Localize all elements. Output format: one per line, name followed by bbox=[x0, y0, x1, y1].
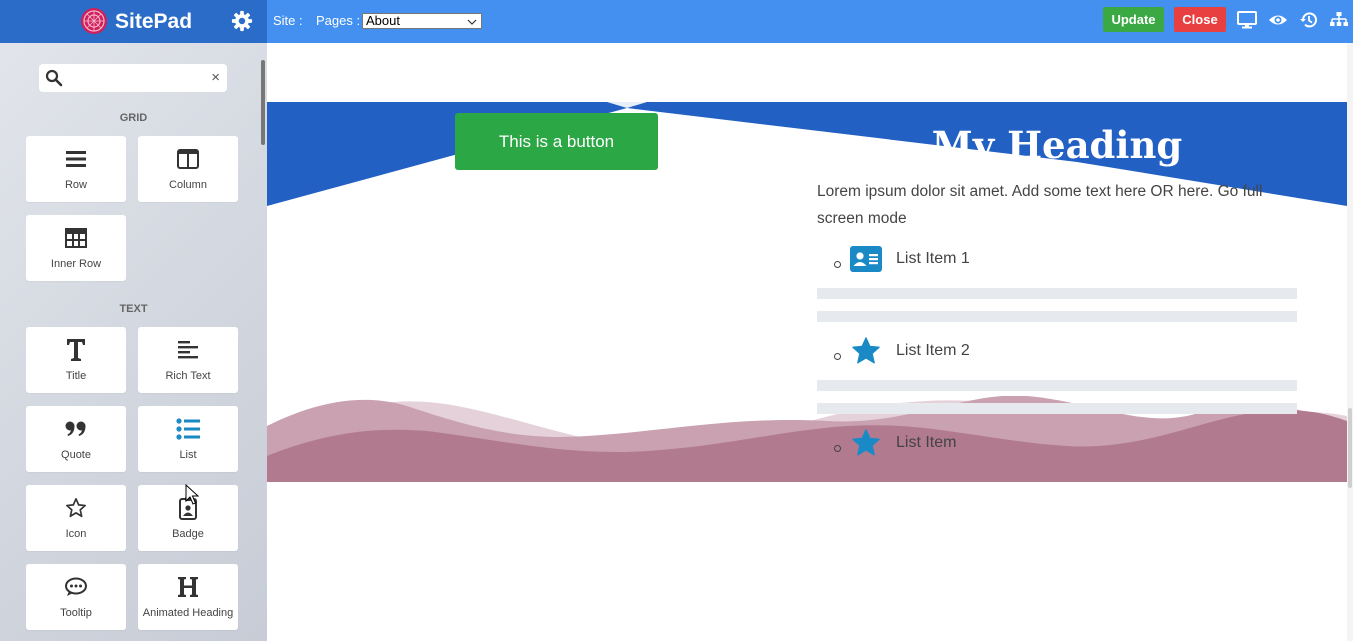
eye-icon[interactable] bbox=[1268, 11, 1288, 29]
widget-badge[interactable]: Badge bbox=[138, 485, 238, 551]
section-label-text: TEXT bbox=[119, 303, 148, 315]
bullet-marker bbox=[834, 260, 841, 268]
badge-icon bbox=[179, 497, 197, 520]
list-item[interactable]: List Item 1 bbox=[834, 244, 970, 274]
table-icon bbox=[65, 228, 87, 248]
bars-icon bbox=[66, 151, 86, 167]
widget-label: Rich Text bbox=[165, 370, 211, 382]
list-icon bbox=[176, 418, 200, 440]
quote-icon bbox=[65, 421, 86, 436]
widget-inner-row[interactable]: Inner Row bbox=[26, 215, 126, 281]
id-card-icon bbox=[850, 246, 882, 272]
chevron-down-icon bbox=[467, 19, 477, 25]
widget-label: Column bbox=[169, 179, 207, 191]
sitepad-logo-icon bbox=[81, 8, 107, 34]
demo-button[interactable]: This is a button bbox=[455, 113, 658, 170]
list-item[interactable]: List Item bbox=[834, 428, 956, 458]
search-icon bbox=[45, 69, 63, 87]
star-icon bbox=[852, 337, 880, 364]
history-icon[interactable] bbox=[1299, 11, 1319, 29]
bullet-marker bbox=[834, 444, 841, 452]
app-name: SitePad bbox=[115, 10, 193, 33]
pages-select-value: About bbox=[366, 13, 400, 28]
close-button[interactable]: Close bbox=[1174, 7, 1226, 32]
widget-label: Quote bbox=[61, 449, 91, 461]
list-separator bbox=[817, 403, 1297, 414]
sitemap-icon[interactable] bbox=[1329, 11, 1349, 29]
list-separator bbox=[817, 311, 1297, 322]
list-item-label: List Item 2 bbox=[896, 342, 970, 359]
widget-list[interactable]: List bbox=[138, 406, 238, 472]
pages-label: Pages : bbox=[316, 13, 361, 28]
page-canvas: This is a button My Heading Lorem ipsum … bbox=[267, 43, 1347, 641]
widget-label: Row bbox=[64, 179, 87, 191]
widget-label: Tooltip bbox=[60, 607, 92, 619]
widget-column[interactable]: Column bbox=[138, 136, 238, 202]
widget-label: List bbox=[179, 449, 197, 461]
list-item-label: List Item 1 bbox=[896, 250, 970, 267]
widget-row[interactable]: Row bbox=[26, 136, 126, 202]
widget-animated-heading[interactable]: Animated Heading bbox=[138, 564, 238, 630]
clear-search-icon[interactable]: × bbox=[211, 68, 220, 88]
widget-label: Title bbox=[65, 370, 87, 382]
align-left-icon bbox=[178, 341, 198, 359]
widget-search-input[interactable] bbox=[67, 67, 207, 89]
section-label-grid: GRID bbox=[119, 112, 148, 124]
gear-icon[interactable] bbox=[231, 10, 253, 32]
page-scrollbar-track[interactable] bbox=[1347, 43, 1353, 641]
widget-rich-text[interactable]: Rich Text bbox=[138, 327, 238, 393]
widget-search: × bbox=[39, 64, 227, 92]
widget-label: Badge bbox=[172, 528, 204, 540]
star-outline-icon bbox=[66, 498, 86, 518]
list-separator bbox=[817, 288, 1297, 299]
widget-quote[interactable]: Quote bbox=[26, 406, 126, 472]
heading-h-icon bbox=[178, 577, 198, 597]
rich-text-paragraph[interactable]: Lorem ipsum dolor sit amet. Add some tex… bbox=[817, 178, 1295, 232]
widget-sidebar: SitePad × GRID Row Column Inner Row TEXT… bbox=[0, 0, 267, 641]
comment-dots-icon bbox=[65, 577, 87, 596]
title-t-icon bbox=[67, 339, 85, 361]
widget-label: Icon bbox=[65, 528, 87, 540]
widget-label: Inner Row bbox=[50, 258, 102, 270]
widget-title[interactable]: Title bbox=[26, 327, 126, 393]
widget-icon[interactable]: Icon bbox=[26, 485, 126, 551]
update-button[interactable]: Update bbox=[1103, 7, 1164, 32]
site-label: Site : bbox=[273, 13, 303, 28]
widget-label: Animated Heading bbox=[142, 607, 234, 619]
pages-select[interactable]: About bbox=[362, 13, 482, 29]
desktop-icon[interactable] bbox=[1237, 11, 1257, 29]
columns-icon bbox=[177, 149, 199, 169]
editor-topbar: Site : Pages : About Update Close bbox=[267, 0, 1353, 43]
bullet-marker bbox=[834, 352, 841, 360]
list-separator bbox=[817, 380, 1297, 391]
sidebar-header: SitePad bbox=[0, 0, 267, 43]
list-item-label: List Item bbox=[896, 434, 957, 451]
sitepad-editor: SitePad × GRID Row Column Inner Row TEXT… bbox=[0, 0, 1353, 641]
page-scrollbar-thumb[interactable] bbox=[1348, 408, 1352, 488]
sidebar-scrollbar-thumb[interactable] bbox=[261, 60, 265, 145]
widget-tooltip[interactable]: Tooltip bbox=[26, 564, 126, 630]
star-icon bbox=[852, 429, 880, 456]
list-item[interactable]: List Item 2 bbox=[834, 336, 970, 366]
page-heading[interactable]: My Heading bbox=[817, 123, 1297, 167]
